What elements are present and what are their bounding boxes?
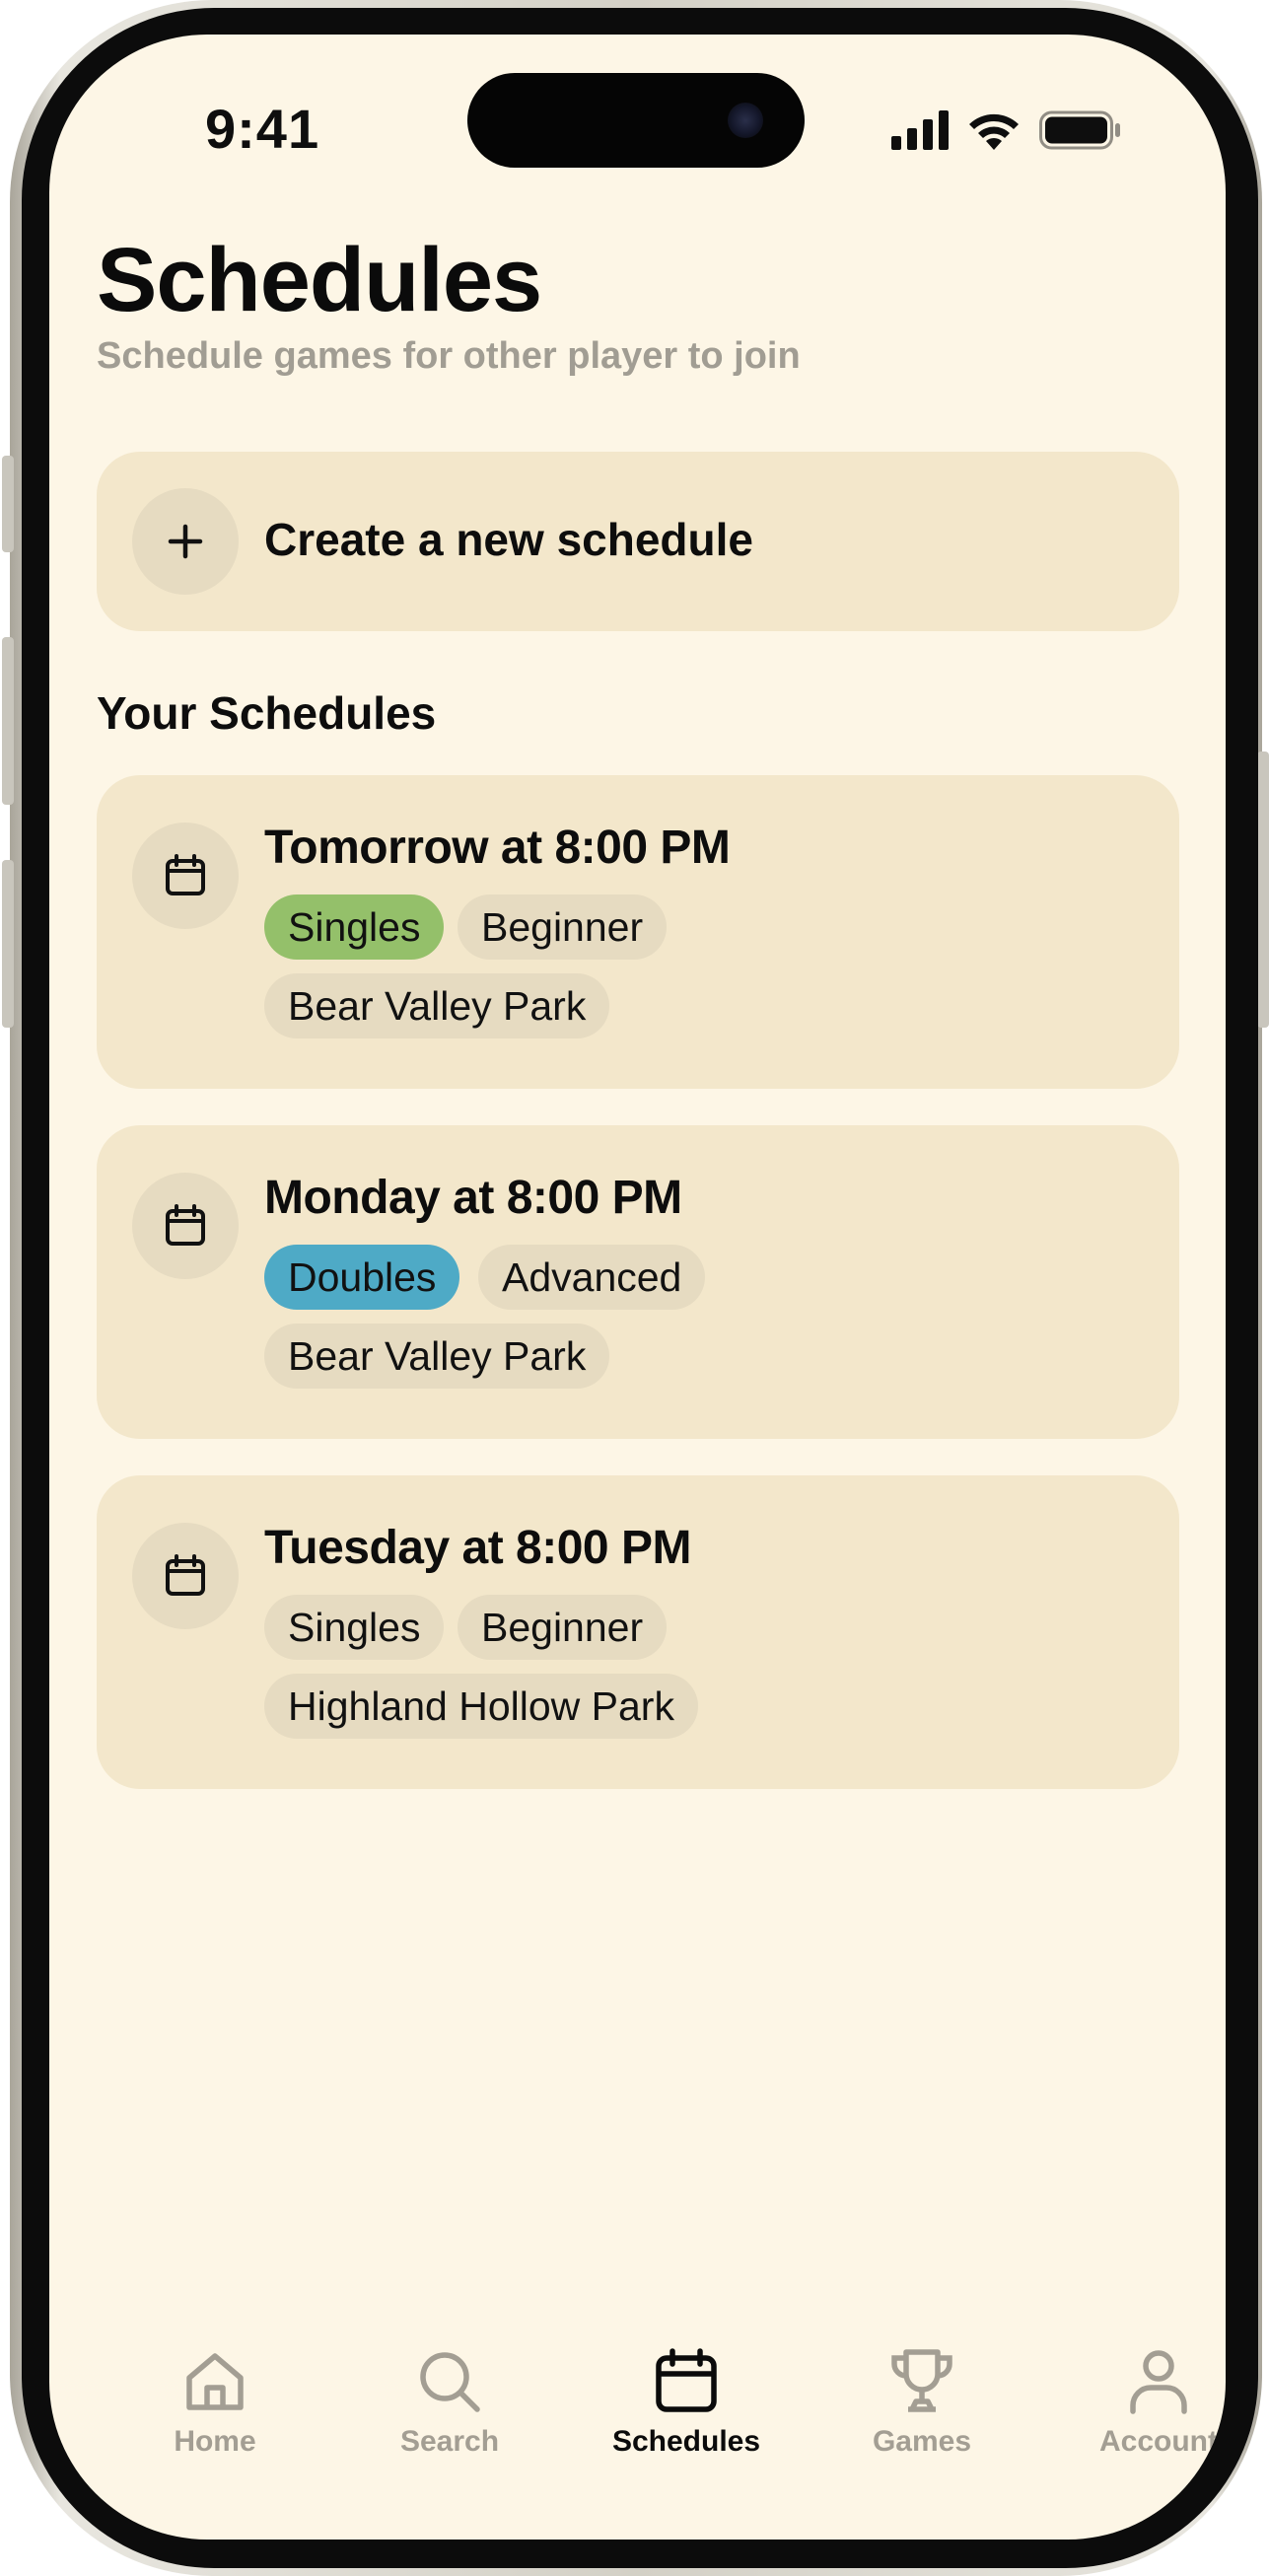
status-time: 9:41 bbox=[205, 98, 320, 160]
screen: 9:41 Schedules Schedule games for other … bbox=[49, 35, 1226, 2540]
schedule-card[interactable]: Monday at 8:00 PM Doubles Advanced Bear … bbox=[97, 1125, 1179, 1439]
volume-up-button bbox=[2, 637, 14, 805]
calendar-icon bbox=[166, 1554, 205, 1596]
create-schedule-button[interactable]: Create a new schedule bbox=[97, 452, 1179, 631]
page-title: Schedules bbox=[97, 230, 542, 330]
location-badge: Bear Valley Park bbox=[264, 1324, 610, 1389]
calendar-icon-container bbox=[132, 1523, 239, 1629]
location-badge: Highland Hollow Park bbox=[264, 1674, 698, 1739]
schedule-card[interactable]: Tomorrow at 8:00 PM Singles Beginner Bea… bbox=[97, 775, 1179, 1089]
tab-schedules[interactable]: Schedules bbox=[588, 2342, 785, 2459]
calendar-icon-container bbox=[132, 823, 239, 929]
tab-home[interactable]: Home bbox=[116, 2342, 314, 2459]
dynamic-island bbox=[467, 73, 805, 168]
tab-label: Home bbox=[174, 2425, 256, 2458]
home-icon bbox=[186, 2353, 244, 2410]
calendar-icon bbox=[656, 2348, 717, 2412]
plus-icon bbox=[168, 524, 203, 559]
section-title: Your Schedules bbox=[97, 687, 437, 739]
calendar-icon-container bbox=[132, 1173, 239, 1279]
tab-account[interactable]: Account bbox=[1060, 2342, 1226, 2459]
search-icon bbox=[420, 2352, 480, 2412]
page-subtitle: Schedule games for other player to join bbox=[97, 335, 801, 377]
front-camera-icon bbox=[728, 103, 763, 138]
status-icons bbox=[891, 110, 1122, 150]
skill-level-badge: Advanced bbox=[478, 1245, 706, 1310]
tab-label: Schedules bbox=[611, 2425, 761, 2458]
tab-label: Games bbox=[872, 2425, 972, 2458]
tab-label: Search bbox=[399, 2425, 500, 2458]
battery-icon bbox=[1039, 110, 1120, 150]
schedule-time: Tomorrow at 8:00 PM bbox=[264, 822, 731, 874]
tab-label: Account bbox=[1099, 2425, 1218, 2458]
trophy-icon bbox=[891, 2349, 952, 2412]
calendar-icon bbox=[166, 1204, 205, 1246]
game-type-badge: Singles bbox=[264, 1595, 445, 1660]
schedule-time: Monday at 8:00 PM bbox=[264, 1172, 682, 1224]
action-button bbox=[2, 456, 14, 552]
schedule-time: Tuesday at 8:00 PM bbox=[264, 1522, 691, 1574]
calendar-icon bbox=[166, 854, 205, 895]
game-type-badge: Doubles bbox=[264, 1245, 460, 1310]
skill-level-badge: Beginner bbox=[458, 894, 668, 960]
create-schedule-label: Create a new schedule bbox=[264, 514, 753, 565]
tab-games[interactable]: Games bbox=[823, 2342, 1021, 2459]
location-badge: Bear Valley Park bbox=[264, 973, 610, 1038]
skill-level-badge: Beginner bbox=[458, 1595, 668, 1660]
wifi-icon bbox=[969, 113, 1019, 150]
plus-icon-container bbox=[132, 488, 239, 595]
person-icon bbox=[1130, 2350, 1187, 2414]
power-button bbox=[1257, 751, 1269, 1028]
tab-search[interactable]: Search bbox=[351, 2342, 548, 2459]
volume-down-button bbox=[2, 860, 14, 1028]
schedule-card[interactable]: Tuesday at 8:00 PM Singles Beginner High… bbox=[97, 1475, 1179, 1789]
game-type-badge: Singles bbox=[264, 894, 445, 960]
cellular-signal-icon bbox=[891, 110, 949, 150]
